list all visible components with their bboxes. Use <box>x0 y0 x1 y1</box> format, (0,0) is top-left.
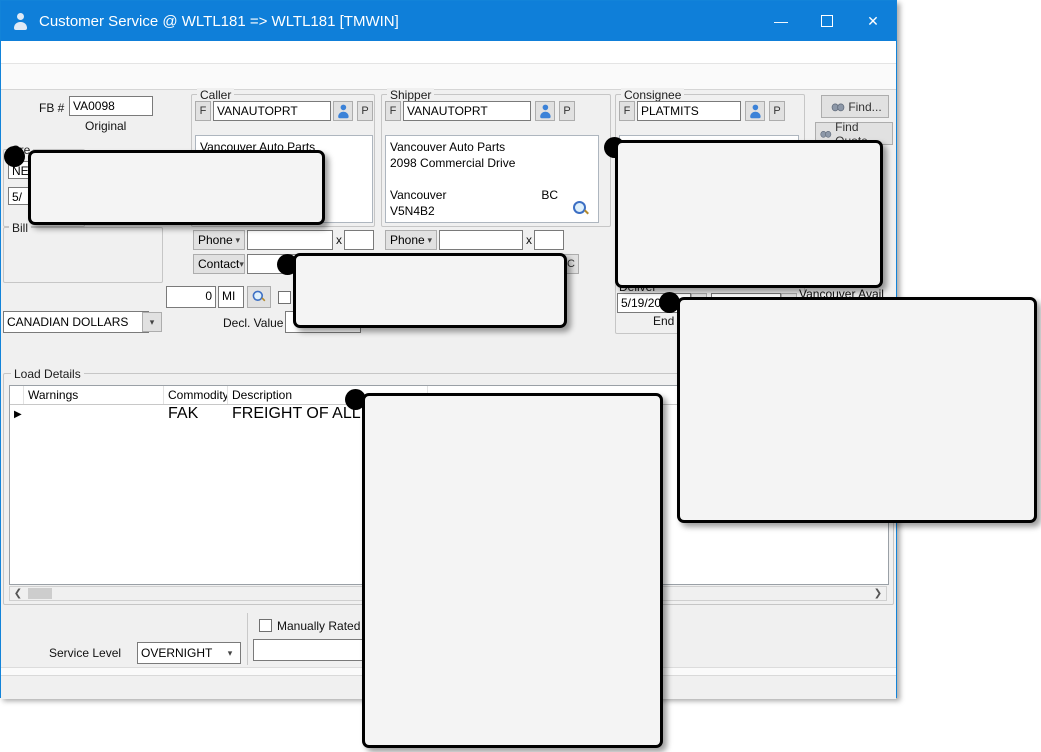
person-icon <box>336 103 350 119</box>
window-title: Customer Service @ WLTL181 => WLTL181 [T… <box>39 13 399 30</box>
caller-phone-input[interactable] <box>247 230 333 250</box>
shipper-phone-input[interactable] <box>439 230 523 250</box>
fb-label: FB # <box>39 101 64 115</box>
caller-ext-input[interactable] <box>344 230 374 250</box>
bill-group-title: Bill <box>9 221 31 235</box>
bill-group <box>3 227 163 283</box>
row-marker-icon: ▶ <box>14 409 22 420</box>
currency-select[interactable]: CANADIAN DOLLARS <box>3 311 149 333</box>
consignee-person-button[interactable] <box>745 101 765 121</box>
shipper-ext-label: x <box>526 233 532 247</box>
grid-col-commodity[interactable]: Commodity <box>164 386 228 404</box>
maximize-button[interactable] <box>804 1 850 41</box>
scroll-left-icon[interactable]: ❮ <box>10 587 26 600</box>
caller-person-button[interactable] <box>333 101 353 121</box>
caller-ext-label: x <box>336 233 342 247</box>
context-menu-edit <box>615 140 883 288</box>
context-menu-bill-to <box>293 253 567 328</box>
caller-f-button[interactable]: F <box>195 101 211 121</box>
caller-p-button[interactable]: P <box>357 101 373 121</box>
divider <box>247 613 248 665</box>
shipper-address-box: Vancouver Auto Parts 2098 Commercial Dri… <box>385 135 599 223</box>
shipper-ext-input[interactable] <box>534 230 564 250</box>
manually-rated-label: Manually Rated <box>277 619 360 633</box>
screen: Customer Service @ WLTL181 => WLTL181 [T… <box>0 0 1041 752</box>
consignee-code-input[interactable]: PLATMITS <box>637 101 741 121</box>
consignee-f-button[interactable]: F <box>619 101 635 121</box>
shipper-postal: V5N4B2 <box>390 203 594 219</box>
shipper-city: Vancouver <box>390 187 446 203</box>
shipper-f-button[interactable]: F <box>385 101 401 121</box>
manually-rated-checkbox[interactable] <box>259 619 272 632</box>
person-icon <box>748 103 762 119</box>
minimize-button[interactable]: — <box>758 1 804 41</box>
miles-unit-field: MI <box>218 286 244 308</box>
load-details-title: Load Details <box>11 367 84 381</box>
fb-input[interactable]: VA0098 <box>69 96 153 116</box>
service-level-label: Service Level <box>49 646 121 660</box>
shipper-phone-dropdown[interactable]: Phone▾ <box>385 230 437 250</box>
scroll-right-icon[interactable]: ❯ <box>870 587 886 600</box>
caller-contact-dropdown[interactable]: Contact▾ <box>193 254 245 274</box>
currency-dropdown-icon[interactable]: ▾ <box>142 312 162 332</box>
person-icon <box>538 103 552 119</box>
find-button[interactable]: Find... <box>821 95 889 118</box>
toolbar <box>1 64 896 90</box>
decl-value-label: Decl. Value <box>223 316 283 330</box>
binoculars-icon <box>820 128 831 140</box>
context-menu-header <box>28 150 325 225</box>
consignee-p-button[interactable]: P <box>769 101 785 121</box>
app-icon <box>11 11 31 31</box>
title-bar[interactable]: Customer Service @ WLTL181 => WLTL181 [T… <box>1 1 896 41</box>
shipper-province: BC <box>541 187 558 203</box>
context-menu-date <box>677 297 1037 523</box>
caller-phone-dropdown[interactable]: Phone▾ <box>193 230 245 250</box>
fb-caption: Original <box>85 119 126 133</box>
grid-col-warnings[interactable]: Warnings <box>24 386 164 404</box>
miles-input[interactable]: 0 <box>166 286 216 308</box>
shipper-zone-search-icon[interactable] <box>571 199 591 219</box>
miles-checkbox[interactable] <box>278 291 291 304</box>
rate-input[interactable] <box>253 639 377 661</box>
shipper-group-title: Shipper <box>387 88 434 102</box>
menu-bar <box>1 41 896 64</box>
caller-code-input[interactable]: VANAUTOPRT <box>213 101 331 121</box>
binoculars-icon <box>831 100 845 114</box>
scrollbar-thumb[interactable] <box>28 588 52 599</box>
warnings-cell <box>24 405 164 423</box>
shipper-address1: Vancouver Auto Parts <box>390 139 594 155</box>
shipper-address2: 2098 Commercial Drive <box>390 155 594 171</box>
close-button[interactable]: ✕ <box>850 1 896 41</box>
commodity-cell: FAK <box>164 405 228 423</box>
magnifier-icon <box>251 289 267 305</box>
shipper-p-button[interactable]: P <box>559 101 575 121</box>
consignee-group-title: Consignee <box>621 88 684 102</box>
service-level-dropdown-icon[interactable]: ▾ <box>220 643 240 663</box>
shipper-code-input[interactable]: VANAUTOPRT <box>403 101 531 121</box>
context-menu-grid <box>362 393 663 748</box>
maximize-icon <box>821 15 833 27</box>
caller-group-title: Caller <box>197 88 234 102</box>
shipper-person-button[interactable] <box>535 101 555 121</box>
context-dot <box>4 146 25 167</box>
distance-search-button[interactable] <box>247 286 271 308</box>
